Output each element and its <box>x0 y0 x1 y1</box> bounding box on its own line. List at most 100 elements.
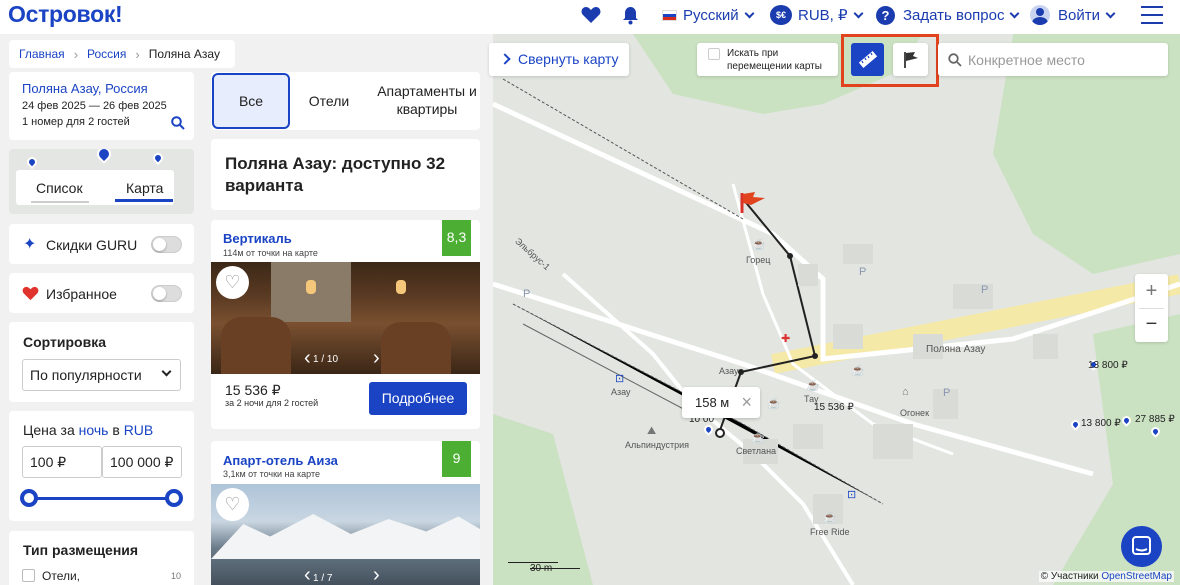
language-selector[interactable]: Русский <box>662 0 755 30</box>
price-slider-min-handle[interactable] <box>20 489 38 507</box>
chevron-right-icon <box>499 53 511 65</box>
hotel-photo[interactable]: 1 / 10 ‹ › <box>211 262 480 374</box>
search-summary[interactable]: Поляна Азау, Россия 24 фев 2025 — 26 фев… <box>9 72 194 140</box>
chevron-left-icon[interactable]: ‹ <box>304 564 311 585</box>
sort-section: Сортировка По популярности <box>9 322 194 402</box>
ruler-icon <box>858 51 878 68</box>
ask-question-button[interactable]: ? Задать вопрос <box>876 0 1020 30</box>
bell-icon[interactable] <box>622 0 639 30</box>
search-icon[interactable] <box>171 116 185 130</box>
collapse-map-button[interactable]: Свернуть карту <box>489 43 629 76</box>
pharmacy-icon: ✚ <box>781 333 791 345</box>
hotel-photo[interactable]: 1 / 7 ‹ › <box>211 484 480 585</box>
map-label-azau: Азау <box>611 387 631 397</box>
distance-tooltip: 158 м × <box>682 387 760 418</box>
tab-map[interactable]: Карта <box>126 180 163 196</box>
zoom-out-button[interactable]: − <box>1135 308 1168 342</box>
map-label-ogonek: Огонек <box>900 408 930 418</box>
chevron-down-icon <box>744 8 755 18</box>
login-label: Войти <box>1058 6 1100 24</box>
map-label-alpindustria: Альпиндустрия <box>625 440 689 450</box>
breadcrumb-country[interactable]: Россия <box>87 47 126 61</box>
map-price[interactable]: 13 800 ₽ <box>1088 360 1128 371</box>
type-hotels-count: 10 <box>171 571 182 581</box>
price-title: Цена за ночь в RUB <box>23 422 154 438</box>
hotel-name[interactable]: Вертикаль <box>223 231 292 246</box>
tab-apartments[interactable]: Апартаменты и квартиры <box>377 82 477 118</box>
favorites-label: Избранное <box>46 286 117 302</box>
sparkle-icon: ✦ <box>23 236 37 253</box>
parking-icon: P <box>943 387 951 399</box>
currency-selector[interactable]: $€ RUB, ₽ <box>770 0 864 30</box>
logo[interactable]: Островок! <box>8 1 123 28</box>
osm-link[interactable]: OpenStreetMap <box>1101 571 1172 582</box>
hotel-distance: 3,1км от точки на карте <box>223 469 321 479</box>
results-title: Поляна Азау: доступно 32 варианта <box>225 154 446 195</box>
photo-counter: 1 / 7 <box>313 573 333 584</box>
favorites-toggle[interactable] <box>151 285 182 302</box>
sort-title: Сортировка <box>23 334 106 350</box>
add-favorite-heart-icon[interactable]: ♡ <box>216 488 249 521</box>
search-icon <box>948 53 962 67</box>
hotel-card[interactable]: Вертикаль 114м от точки на карте 8,3 1 /… <box>211 220 480 429</box>
hotel-price-note: за 2 ночи для 2 гостей <box>225 398 319 408</box>
tab-hotels[interactable]: Отели <box>296 73 362 129</box>
place-search-input[interactable]: Конкретное место <box>938 43 1168 76</box>
guru-filter[interactable]: ✦ Скидки GURU <box>9 224 194 264</box>
type-hotels-label: Отели, <box>42 569 81 583</box>
chevron-right-icon: › <box>135 46 140 62</box>
guru-label: Скидки GURU <box>46 237 138 253</box>
chevron-left-icon[interactable]: ‹ <box>304 347 311 370</box>
hotel-card[interactable]: Апарт-отель Аиза 3,1км от точки на карте… <box>211 441 480 585</box>
rating-badge: 9 <box>442 441 471 477</box>
map-price[interactable]: 27 885 ₽ <box>1135 414 1175 425</box>
hotel-price: 15 536 ₽ <box>225 382 281 398</box>
chat-button[interactable] <box>1121 526 1162 567</box>
price-min-input[interactable]: 100 ₽ <box>22 446 102 478</box>
cafe-icon: ☕ <box>823 512 837 524</box>
map-price[interactable]: 13 800 ₽ <box>1081 418 1121 429</box>
chevron-right-icon[interactable]: › <box>373 347 380 370</box>
price-period-link[interactable]: ночь <box>79 422 109 438</box>
guru-toggle[interactable] <box>151 236 182 253</box>
breadcrumb-home[interactable]: Главная <box>19 47 65 61</box>
details-button[interactable]: Подробнее <box>369 382 467 415</box>
close-icon[interactable]: × <box>741 387 752 418</box>
zoom-in-button[interactable]: + <box>1135 274 1168 308</box>
chevron-down-icon <box>161 366 172 377</box>
sort-select[interactable]: По популярности <box>22 359 181 391</box>
shop-icon: ⌂ <box>902 386 909 398</box>
tab-all[interactable]: Все <box>212 73 290 129</box>
results-header: Поляна Азау: доступно 32 варианта <box>211 139 480 210</box>
type-title: Тип размещения <box>23 542 139 558</box>
favorites-heart-icon[interactable] <box>581 0 601 30</box>
map[interactable]: Горец Поляна Азау Эльбрус-1 Азау Азау Ог… <box>493 34 1180 585</box>
price-filter: Цена за ночь в RUB 100 ₽ 100 000 ₽ <box>9 411 194 521</box>
ruler-measure-button[interactable] <box>851 43 884 76</box>
chevron-right-icon: › <box>73 46 79 62</box>
search-on-move-control[interactable]: Искать при перемещении карты <box>697 43 838 76</box>
russia-flag-icon <box>662 9 677 21</box>
cafe-icon: ☕ <box>752 239 766 251</box>
add-favorite-heart-icon[interactable]: ♡ <box>216 266 249 299</box>
top-header: Островок! Русский $€ RUB, ₽ ? Задать воп… <box>0 0 1180 34</box>
tab-list[interactable]: Список <box>36 180 83 196</box>
place-search-placeholder: Конкретное место <box>968 52 1085 68</box>
price-max-input[interactable]: 100 000 ₽ <box>102 446 182 478</box>
dates-text: 24 фев 2025 — 26 фев 2025 <box>22 100 167 112</box>
type-hotels-checkbox[interactable] <box>22 569 35 582</box>
chevron-right-icon[interactable]: › <box>373 564 380 585</box>
chevron-down-icon <box>1105 8 1116 18</box>
price-currency-link[interactable]: RUB <box>124 422 154 438</box>
favorites-filter[interactable]: Избранное <box>9 273 194 313</box>
price-slider-max-handle[interactable] <box>165 489 183 507</box>
map-label-street: Поляна Азау <box>926 344 986 355</box>
map-price[interactable]: 15 536 ₽ <box>814 402 854 413</box>
search-on-move-checkbox[interactable] <box>708 48 720 60</box>
menu-icon[interactable] <box>1141 6 1163 24</box>
login-button[interactable]: Войти <box>1030 0 1116 30</box>
flag-point-button[interactable] <box>893 43 928 76</box>
category-tabs: Все Отели Апартаменты и квартиры <box>211 72 480 130</box>
type-filter: Тип размещения Отели, 10 <box>9 531 194 585</box>
hotel-name[interactable]: Апарт-отель Аиза <box>223 453 338 468</box>
